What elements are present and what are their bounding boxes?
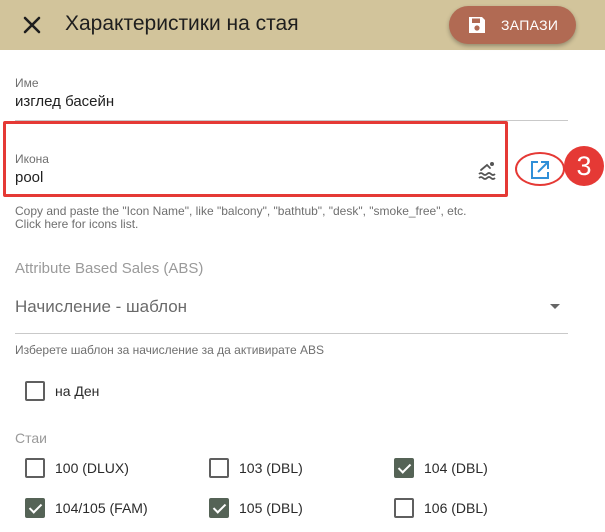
room-label: 104/105 (FAM) — [55, 500, 148, 516]
save-button-label: ЗАПАЗИ — [501, 17, 559, 33]
template-select-help: Изберете шаблон за начисление за да акти… — [15, 343, 324, 357]
per-day-label: на Ден — [55, 383, 100, 399]
template-select-underline — [15, 333, 568, 334]
open-in-new-icon[interactable] — [529, 159, 551, 181]
rooms-label: Стаи — [15, 430, 47, 446]
template-select[interactable]: Начисление - шаблон — [15, 297, 187, 317]
checkbox-box[interactable] — [394, 458, 414, 478]
save-button[interactable]: ЗАПАЗИ — [449, 6, 576, 44]
checkbox-box[interactable] — [209, 458, 229, 478]
save-icon — [469, 17, 485, 33]
step-badge: 3 — [564, 146, 604, 186]
room-label: 104 (DBL) — [424, 460, 488, 476]
page-title: Характеристики на стая — [65, 12, 299, 35]
room-label: 100 (DLUX) — [55, 460, 129, 476]
app-header: Характеристики на стая ЗАПАЗИ — [0, 0, 605, 50]
close-button[interactable] — [18, 11, 46, 39]
name-field-label: Име — [15, 76, 39, 90]
name-field[interactable]: изглед басейн — [15, 93, 114, 110]
icon-field[interactable]: pool — [15, 169, 43, 186]
room-label: 103 (DBL) — [239, 460, 303, 476]
checkbox-box[interactable] — [25, 498, 45, 518]
pool-icon — [478, 162, 496, 180]
icon-help-text[interactable]: Copy and paste the "Icon Name", like "ba… — [15, 205, 495, 231]
checkbox-box[interactable] — [394, 498, 414, 518]
close-icon[interactable] — [18, 11, 46, 39]
icon-field-highlight — [3, 121, 508, 197]
chevron-down-icon[interactable] — [550, 304, 560, 309]
icon-field-label: Икона — [15, 152, 49, 166]
room-label: 105 (DBL) — [239, 500, 303, 516]
checkbox-box[interactable] — [25, 381, 45, 401]
checkbox-box[interactable] — [209, 498, 229, 518]
checkbox-box[interactable] — [25, 458, 45, 478]
abs-label: Attribute Based Sales (ABS) — [15, 260, 204, 277]
room-label: 106 (DBL) — [424, 500, 488, 516]
